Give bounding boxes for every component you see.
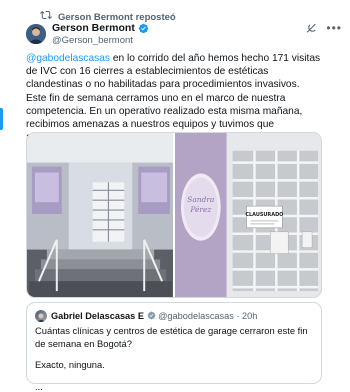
photo-stairs[interactable] bbox=[27, 133, 173, 297]
quoted-line-2: Exacto, ninguna. bbox=[35, 359, 105, 370]
quoted-handle: @gabodelascasas bbox=[158, 311, 234, 321]
mention-link[interactable]: @gabodelascasas bbox=[26, 53, 110, 64]
avatar[interactable] bbox=[26, 24, 46, 44]
quoted-verified-badge-icon bbox=[147, 311, 156, 323]
verified-badge-icon bbox=[138, 23, 149, 34]
quoted-avatar bbox=[35, 310, 47, 322]
quoted-time: 20h bbox=[242, 311, 258, 321]
post-media[interactable]: Sandra Pérez CLAUSURADO bbox=[26, 132, 322, 298]
quoted-author-name: Gabriel Delascasas E bbox=[51, 311, 144, 321]
quoted-post[interactable]: Gabriel Delascasas E @gabodelascasas · 2… bbox=[26, 302, 322, 392]
post-text: @gabodelascasas en lo corrido del año he… bbox=[26, 52, 322, 144]
author-handle[interactable]: @Gerson_bermont bbox=[52, 35, 342, 46]
author-name[interactable]: Gerson Bermont bbox=[52, 22, 135, 34]
quoted-line-1: Cuántas clínicas y centros de estética d… bbox=[35, 325, 308, 349]
repost-label: Gerson Bermont reposteó bbox=[58, 11, 176, 23]
post-body: en lo corrido del año hemos hecho 171 vi… bbox=[26, 53, 321, 143]
grok-icon[interactable] bbox=[305, 22, 318, 35]
quoted-text: Cuántas clínicas y centros de estética d… bbox=[35, 325, 313, 392]
post-header: Gerson Bermont @Gerson_bermont ••• bbox=[52, 22, 342, 47]
svg-text:Pérez: Pérez bbox=[189, 205, 211, 214]
svg-text:CLAUSURADO: CLAUSURADO bbox=[245, 212, 283, 218]
repost-icon bbox=[40, 8, 52, 26]
quoted-header: Gabriel Delascasas E @gabodelascasas · 2… bbox=[51, 310, 313, 323]
left-accent-bar bbox=[0, 108, 3, 130]
photo-storefront[interactable]: Sandra Pérez CLAUSURADO bbox=[175, 133, 321, 297]
more-options-icon[interactable]: ••• bbox=[326, 22, 342, 35]
quoted-line-3: ... bbox=[35, 380, 43, 392]
svg-text:Sandra: Sandra bbox=[187, 195, 214, 204]
